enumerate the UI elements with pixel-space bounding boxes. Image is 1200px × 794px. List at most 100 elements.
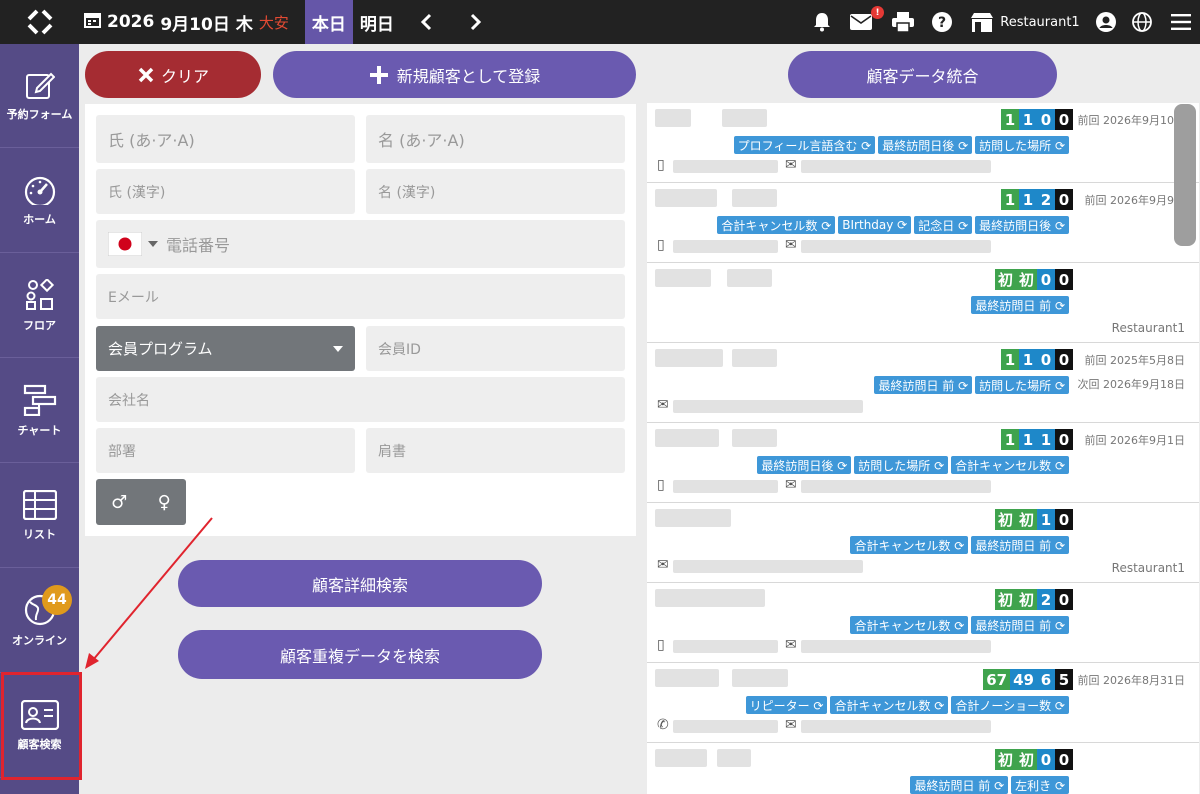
clear-button[interactable]: クリア [85,51,261,98]
customer-tags: プロフィール言語含む ⟳ 最終訪問日後 ⟳ 訪問した場所 ⟳ [733,136,1069,154]
first-name-kanji-input[interactable]: 名 (漢字) [366,169,625,214]
country-flag-selector[interactable] [108,232,158,256]
last-name-kanji-input[interactable]: 氏 (漢字) [96,169,355,214]
next-day-button[interactable] [451,0,501,44]
sidebar-item-floor[interactable]: フロア [0,254,79,358]
member-program-select[interactable]: 会員プログラム [96,326,355,371]
bell-icon [814,13,830,32]
male-icon[interactable]: ♂ [111,492,127,513]
customer-tag[interactable]: 訪問した場所 ⟳ [975,376,1069,394]
mail-icon: ✉ [785,237,797,253]
calendar-icon [84,11,101,33]
customer-tag[interactable]: リピーター ⟳ [745,696,828,714]
notification-button[interactable] [804,0,840,44]
mobile-phone-icon: ▯ [657,237,665,253]
sidebar-item-list[interactable]: リスト [0,464,79,568]
sidebar-label: オンライン [12,633,67,647]
customer-name-redacted [655,269,711,287]
merge-customer-data-button[interactable]: 顧客データ統合 [788,51,1057,98]
customer-card[interactable]: 初初 0 0 最終訪問日 前 ⟳ Restaurant1 [647,263,1199,343]
sidebar-item-online[interactable]: 44 オンライン [0,569,79,673]
customer-tag[interactable]: 最終訪問日 前 ⟳ [971,616,1069,634]
customer-tag[interactable]: 最終訪問日 前 ⟳ [971,536,1069,554]
contact-redacted [801,480,991,493]
member-id-input[interactable]: 会員ID [366,326,625,371]
customer-card[interactable]: 初初 2 0 合計キャンセル数 ⟳ 最終訪問日 前 ⟳ ▯ ✉ [647,583,1199,663]
contact-redacted [673,720,778,733]
customer-tag[interactable]: 最終訪問日 前 ⟳ [910,776,1009,794]
customer-card[interactable]: 初初 1 0 合計キャンセル数 ⟳ 最終訪問日 前 ⟳ Restaurant1 ✉ [647,503,1199,583]
customer-name-redacted [655,749,707,767]
customer-card[interactable]: 67 49 6 5 リピーター ⟳ 合計キャンセル数 ⟳ 合計ノーショー数 ⟳ 前回 2026… [647,663,1199,743]
clear-label: クリア [160,66,209,86]
menu-button[interactable] [1162,0,1200,44]
app-logo[interactable] [0,0,80,44]
customer-tag[interactable]: 合計ノーショー数 ⟳ [951,696,1069,714]
chart-flow-icon [23,384,56,416]
female-icon[interactable]: ♀ [158,492,171,513]
customer-tag[interactable]: 最終訪問日 前 ⟳ [874,376,973,394]
sidebar-label: リスト [23,527,56,541]
mobile-phone-icon: ▯ [657,157,665,173]
customer-tag[interactable]: BIrthday ⟳ [838,216,912,234]
customer-card[interactable]: 1 1 1 0 最終訪問日後 ⟳ 訪問した場所 ⟳ 合計キャンセル数 ⟳ 前回 2026年9月… [647,423,1199,503]
highlight-box [1,672,82,780]
visit-stat-value: 1 [1001,109,1019,130]
customer-card[interactable]: 1 1 2 0 合計キャンセル数 ⟳ BIrthday ⟳ 記念日 ⟳ 最終訪問日後 ⟳ 前回 … [647,183,1199,263]
customer-name-redacted [655,509,731,527]
restaurant-selector[interactable]: Restaurant1 [960,0,1090,44]
sidebar-item-reservation-form[interactable]: 予約フォーム [0,44,79,148]
sidebar-item-chart[interactable]: チャート [0,359,79,463]
contact-redacted [801,160,991,173]
customer-card[interactable]: 1 1 0 0 最終訪問日 前 ⟳ 訪問した場所 ⟳ 前回 2025年5月8日 次回 2026… [647,343,1199,423]
visit-stat-value: 初 [1015,749,1037,770]
envelope-icon [850,14,872,30]
prev-day-button[interactable] [401,0,451,44]
print-button[interactable] [882,0,924,44]
scrollbar[interactable] [1174,104,1196,246]
previous-visit-date: 前回 2026年9月9日 [1084,194,1186,207]
register-new-customer-button[interactable]: 新規顧客として登録 [273,51,636,98]
customer-tag[interactable]: 最終訪問日 前 ⟳ [971,296,1069,314]
account-button[interactable] [1090,0,1122,44]
customer-card[interactable]: 1 1 0 0 プロフィール言語含む ⟳ 最終訪問日後 ⟳ 訪問した場所 ⟳ 前回 2026年… [647,103,1199,183]
customer-tag[interactable]: 記念日 ⟳ [914,216,973,234]
department-input[interactable]: 部署 [96,428,355,473]
visit-stat-value: 6 [1037,669,1055,690]
job-title-input[interactable]: 肩書 [366,428,625,473]
customer-tag[interactable]: 最終訪問日後 ⟳ [878,136,973,154]
user-circle-icon [1096,12,1116,32]
logo-icon [27,9,53,35]
visit-stats: 1120 [1001,189,1073,210]
tab-today[interactable]: 本日 [304,0,353,44]
customer-tag[interactable]: 最終訪問日後 ⟳ [975,216,1069,234]
customer-tags: 合計キャンセル数 ⟳ 最終訪問日 前 ⟳ [850,616,1069,634]
visit-stat-value: 1 [1037,509,1055,530]
customer-tag[interactable]: 合計キャンセル数 ⟳ [830,696,949,714]
detail-search-button[interactable]: 顧客詳細検索 [178,560,542,607]
date-year: 2026 [107,12,155,32]
customer-tag[interactable]: 合計キャンセル数 ⟳ [850,536,969,554]
customer-tag[interactable]: 合計キャンセル数 ⟳ [850,616,969,634]
phone-input[interactable]: 電話番号 [96,220,625,268]
email-input[interactable]: Eメール [96,274,625,319]
help-button[interactable]: ? [924,0,960,44]
customer-tag[interactable]: 左利き ⟳ [1011,776,1069,794]
sidebar-item-home[interactable]: ホーム [0,149,79,253]
customer-tag[interactable]: 訪問した場所 ⟳ [854,456,949,474]
customer-tag[interactable]: プロフィール言語含む ⟳ [733,136,876,154]
customer-card[interactable]: 初初 0 0 最終訪問日 前 ⟳ 左利き ⟳ [647,743,1199,794]
customer-tag[interactable]: 最終訪問日後 ⟳ [757,456,852,474]
customer-tag[interactable]: 合計キャンセル数 ⟳ [951,456,1069,474]
language-button[interactable] [1122,0,1162,44]
mail-button[interactable]: ! [840,0,884,44]
tab-tomorrow[interactable]: 明日 [353,0,401,44]
customer-tag[interactable]: 合計キャンセル数 ⟳ [717,216,836,234]
duplicate-search-button[interactable]: 顧客重複データを検索 [178,630,542,679]
customer-tag[interactable]: 訪問した場所 ⟳ [975,136,1069,154]
last-name-kana-input[interactable]: 氏 (あ·ア·A) [96,115,355,163]
first-name-kana-input[interactable]: 名 (あ·ア·A) [366,115,625,163]
mobile-phone-icon: ▯ [657,637,665,653]
current-date[interactable]: 2026 9月10日 木 大安 [80,10,289,35]
company-input[interactable]: 会社名 [96,377,625,422]
